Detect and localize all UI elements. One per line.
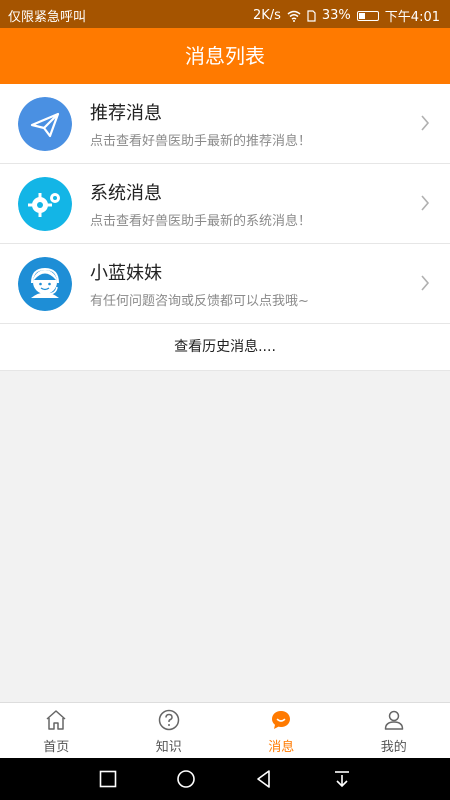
- tab-home[interactable]: 首页: [0, 703, 113, 758]
- tab-knowledge[interactable]: 知识: [113, 703, 226, 758]
- message-list: 推荐消息 点击查看好兽医助手最新的推荐消息！ 系统消息 点击查看好兽医助手最新的…: [0, 84, 450, 371]
- message-item-desc: 点击查看好兽医助手最新的推荐消息！: [90, 134, 312, 149]
- chevron-right-icon: [421, 115, 430, 131]
- message-item-desc: 点击查看好兽医助手最新的系统消息！: [90, 214, 312, 229]
- status-bar: 仅限紧急呼叫 2K/s 33% 下午4:01: [0, 0, 450, 28]
- chevron-right-icon: [421, 275, 430, 291]
- network-speed: 2K/s: [252, 8, 281, 23]
- sim-icon: [307, 9, 316, 22]
- carrier-text: 仅限紧急呼叫: [8, 10, 87, 25]
- tab-label: 消息: [268, 740, 295, 755]
- back-triangle-icon[interactable]: [252, 767, 276, 791]
- user-icon: [384, 710, 403, 730]
- bottom-tab-bar: 首页 知识 消息 我的: [0, 702, 450, 758]
- tab-messages[interactable]: 消息: [225, 703, 338, 758]
- history-link[interactable]: 查看历史消息....: [0, 324, 450, 371]
- chevron-right-icon: [421, 195, 430, 211]
- battery-percent: 33%: [321, 8, 351, 23]
- question-icon: [158, 709, 179, 731]
- message-item-title: 推荐消息: [90, 103, 162, 124]
- system-nav-bar: [0, 758, 450, 800]
- headset-agent-icon: [18, 257, 72, 311]
- tab-profile[interactable]: 我的: [338, 703, 450, 758]
- message-icon: [272, 711, 291, 729]
- notification-pull-icon[interactable]: [330, 767, 354, 791]
- message-item-system[interactable]: 系统消息 点击查看好兽医助手最新的系统消息！: [0, 164, 450, 244]
- gears-icon: [18, 177, 72, 231]
- home-icon: [46, 710, 66, 730]
- battery-icon: [356, 10, 379, 21]
- message-item-recommend[interactable]: 推荐消息 点击查看好兽医助手最新的推荐消息！: [0, 84, 450, 164]
- status-icons: 2K/s 33% 下午4:01: [253, 6, 440, 25]
- message-item-desc: 有任何问题咨询或反馈都可以点我哦~: [90, 294, 309, 309]
- paper-plane-icon: [18, 97, 72, 151]
- message-item-assistant[interactable]: 小蓝妹妹 有任何问题咨询或反馈都可以点我哦~: [0, 244, 450, 324]
- tab-label: 知识: [155, 740, 182, 755]
- recents-icon[interactable]: [96, 767, 120, 791]
- tab-label: 我的: [380, 740, 407, 755]
- page-title: 消息列表: [0, 28, 450, 84]
- tab-label: 首页: [43, 740, 70, 755]
- home-circle-icon[interactable]: [174, 767, 198, 791]
- wifi-icon: [287, 10, 301, 22]
- clock: 下午4:01: [384, 10, 440, 25]
- message-item-title: 小蓝妹妹: [90, 263, 162, 284]
- message-item-title: 系统消息: [90, 183, 162, 204]
